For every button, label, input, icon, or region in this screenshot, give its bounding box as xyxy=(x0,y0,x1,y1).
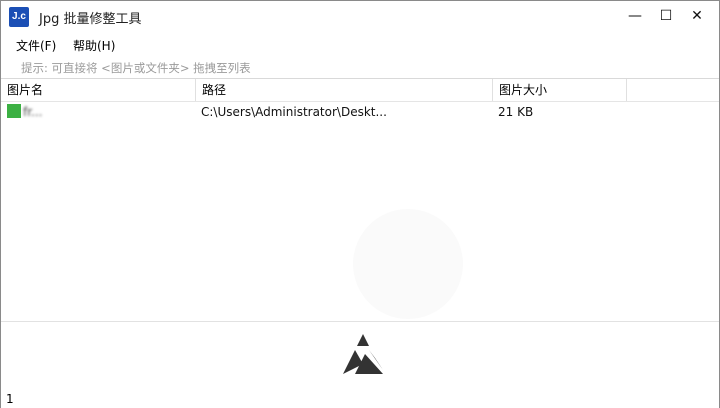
column-header-name[interactable]: 图片名 xyxy=(1,79,196,101)
maximize-button[interactable]: ☐ xyxy=(651,1,681,32)
image-list-table[interactable]: 图片名 路径 图片大小 fr... C:\Users\Administrator… xyxy=(1,78,719,322)
footer-panel: 1 xyxy=(1,321,719,408)
title-bar: J.c Jpg 批量修整工具 — ☐ ✕ xyxy=(1,1,719,32)
window-title: Jpg 批量修整工具 xyxy=(39,12,142,27)
table-row[interactable]: fr... C:\Users\Administrator\Deskt... 21… xyxy=(1,102,719,122)
column-header-extra[interactable] xyxy=(627,79,719,101)
cell-image-size: 21 KB xyxy=(498,105,534,119)
app-logo-icon: J.c xyxy=(9,7,29,27)
column-header-size[interactable]: 图片大小 xyxy=(493,79,627,101)
image-name-text: fr... xyxy=(23,105,43,119)
drag-drop-hint: 提示: 可直接将 <图片或文件夹> 拖拽至列表 xyxy=(21,61,251,75)
app-window: J.c Jpg 批量修整工具 — ☐ ✕ 文件(F) 帮助(H) 提示: 可直接… xyxy=(0,0,720,408)
background-watermark xyxy=(353,209,463,319)
cell-image-path: C:\Users\Administrator\Deskt... xyxy=(201,105,387,119)
triangle-logo-icon xyxy=(343,334,383,374)
column-header-path[interactable]: 路径 xyxy=(196,79,493,101)
table-header: 图片名 路径 图片大小 xyxy=(1,79,719,102)
minimize-button[interactable]: — xyxy=(620,1,650,32)
image-file-icon xyxy=(7,104,21,118)
status-count: 1 xyxy=(6,392,14,406)
menu-help[interactable]: 帮助(H) xyxy=(73,37,115,54)
cell-image-name: fr... xyxy=(7,102,192,122)
menu-bar: 文件(F) 帮助(H) xyxy=(1,34,719,56)
close-button[interactable]: ✕ xyxy=(682,1,712,32)
menu-file[interactable]: 文件(F) xyxy=(16,37,56,54)
